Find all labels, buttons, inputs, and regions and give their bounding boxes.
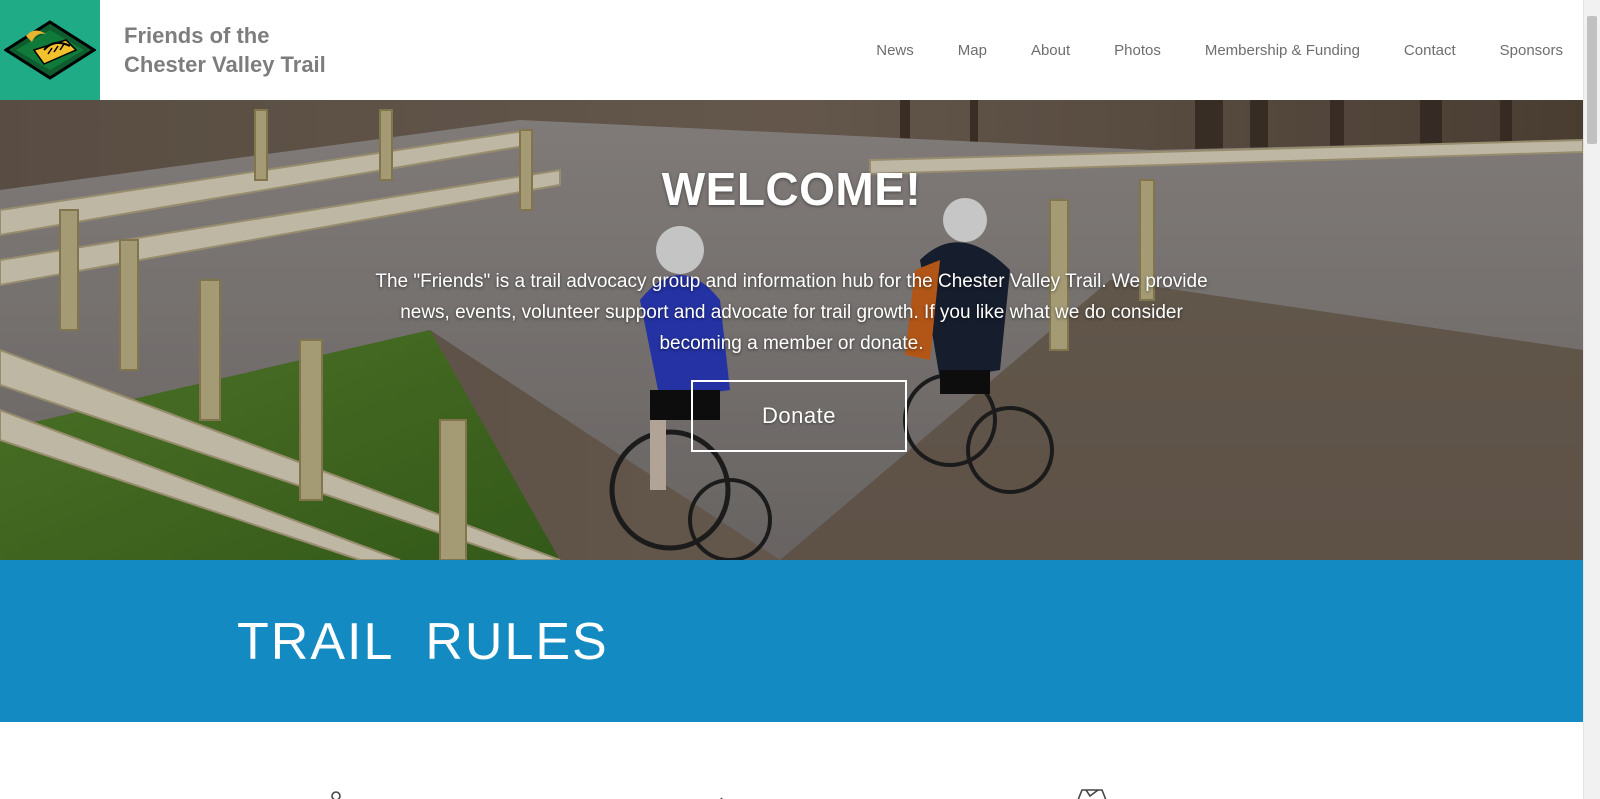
page-scrollbar[interactable] bbox=[1583, 0, 1600, 799]
trail-bridge-logo-icon bbox=[4, 20, 96, 80]
arrow-icon bbox=[720, 797, 723, 799]
site-title-line-1: Friends of the bbox=[124, 23, 270, 48]
hero-description: The "Friends" is a trail advocacy group … bbox=[375, 271, 1208, 354]
main-nav: News Map About Photos Membership & Fundi… bbox=[832, 0, 1583, 100]
hero-title: WELCOME! bbox=[661, 163, 922, 215]
nav-item-about[interactable]: About bbox=[1031, 42, 1070, 59]
scrollbar-thumb[interactable] bbox=[1587, 16, 1597, 144]
bicycle-icon bbox=[1077, 789, 1107, 799]
site-header: Friends of the Chester Valley Trail News… bbox=[0, 0, 1583, 100]
nav-item-map[interactable]: Map bbox=[958, 42, 987, 59]
hero-section: WELCOME! The "Friends" is a trail advoca… bbox=[0, 100, 1583, 560]
nav-item-photos[interactable]: Photos bbox=[1114, 42, 1161, 59]
trail-rules-section: TRAIL RULES bbox=[0, 560, 1583, 722]
rules-icons-section bbox=[0, 722, 1583, 799]
logo[interactable] bbox=[0, 0, 100, 100]
site-title[interactable]: Friends of the Chester Valley Trail bbox=[124, 21, 326, 79]
nav-item-news[interactable]: News bbox=[876, 42, 914, 59]
nav-item-sponsors[interactable]: Sponsors bbox=[1500, 42, 1563, 59]
donate-button[interactable]: Donate bbox=[691, 380, 907, 452]
trail-rules-title: TRAIL RULES bbox=[237, 613, 609, 671]
nav-item-contact[interactable]: Contact bbox=[1404, 42, 1456, 59]
nav-item-membership-funding[interactable]: Membership & Funding bbox=[1205, 42, 1360, 59]
hiker-icon bbox=[331, 791, 341, 799]
site-title-line-2: Chester Valley Trail bbox=[124, 52, 326, 77]
